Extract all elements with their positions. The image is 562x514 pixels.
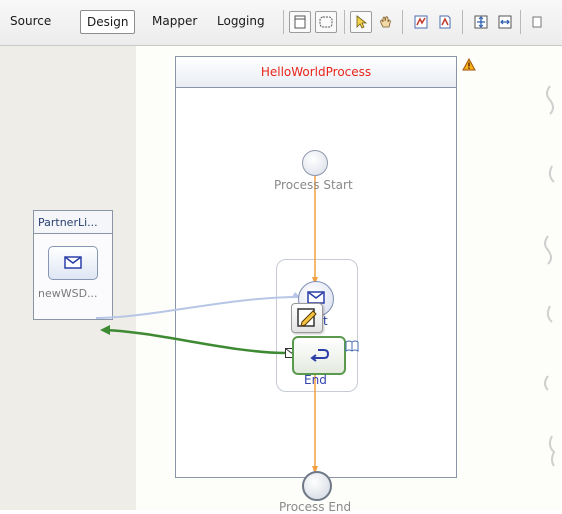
receive-label: t	[323, 314, 328, 328]
reply-link-arrow	[100, 325, 110, 335]
reply-label: End	[304, 373, 327, 387]
edit-icon[interactable]	[291, 303, 323, 333]
input-message-link[interactable]	[95, 296, 299, 319]
reply-message-link[interactable]	[103, 328, 288, 355]
connectors	[95, 174, 318, 474]
process-start-label: Process Start	[274, 178, 353, 192]
process-end-node[interactable]	[302, 471, 332, 501]
reply-arrow-icon	[310, 349, 330, 362]
process-end-label: Process End	[279, 500, 352, 514]
book-icon[interactable]	[345, 340, 359, 352]
process-start-node[interactable]	[302, 150, 328, 176]
reply-activity[interactable]	[292, 336, 346, 375]
